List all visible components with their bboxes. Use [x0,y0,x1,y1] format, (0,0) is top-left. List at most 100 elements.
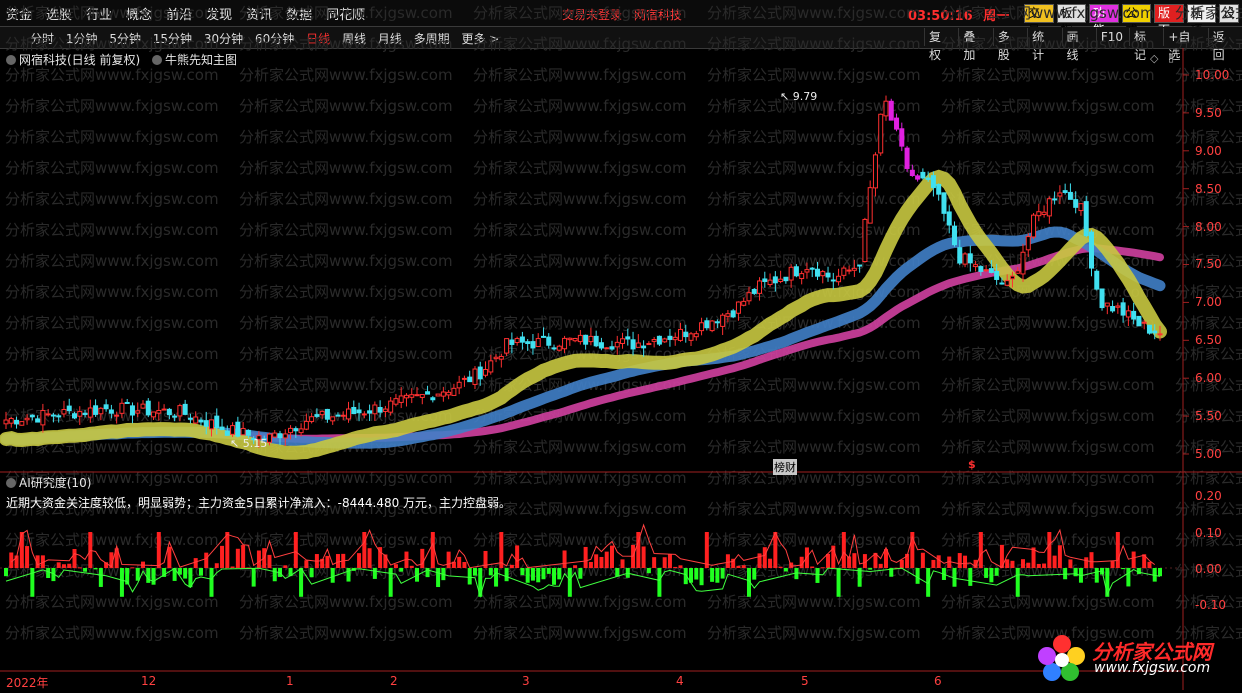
candle-body [140,403,146,409]
candle-body [45,413,51,416]
sub-bar [1089,552,1094,568]
watermark-text: 分析家公式网www.fxjgsw.com [5,345,219,363]
sub-bar [699,568,704,586]
candle-body [14,419,20,425]
candle-body [504,338,510,354]
candle-body [1146,324,1152,334]
candle-body [867,187,873,224]
watermark-text: 分析家公式网www.fxjgsw.com [239,314,453,332]
candle-body [456,381,462,389]
candle-body [182,403,188,415]
window-icon[interactable]: ▯ [1168,51,1174,64]
sub-bar [420,548,425,568]
sub-bar [931,559,936,568]
candle-body [340,414,346,417]
candle-body [446,391,452,396]
watermark-text: 分析家公式网www.fxjgsw.com [941,438,1155,456]
candle-body [1152,330,1158,334]
sub-bar [1036,563,1041,568]
sub-bar [488,568,493,576]
high-marker: ↖ 9.79 [780,90,818,103]
candle-body [50,414,56,417]
watermark-text: 分析家公式网www.fxjgsw.com [707,159,921,177]
chart-title: 网宿科技(日线 前复权) 牛熊先知主图 [6,51,237,68]
watermark-text: 分析家公式网www.fxjgsw.com [707,624,921,642]
sub-bar [156,532,161,568]
watermark-text: 分析家公式网www.fxjgsw.com [473,438,687,456]
candle-body [493,356,499,360]
sub-bar [741,565,746,568]
price-tick: 5.50 [1195,409,1222,423]
kline-chart[interactable]: 分析家公式网www.fxjgsw.com 分析家公式网www.fxjgsw.com… [0,0,1242,693]
sub-bar [641,546,646,568]
candle-body [720,314,726,327]
sub-bar [98,568,103,587]
sub-bar [198,568,203,576]
candle-body [551,347,557,350]
sub-bar [183,568,188,579]
sub-bar [325,555,330,568]
logo-url: www.fxjgsw.com [1094,660,1211,676]
candle-body [936,183,942,195]
candle-body [598,342,604,349]
diamond-icon[interactable]: ◇ [1150,52,1158,65]
candle-body [108,409,114,414]
watermark-text: 分析家公式网www.fxjgsw.com [5,252,219,270]
dropdown-icon[interactable] [6,55,16,65]
candle-body [309,416,315,422]
candle-body [741,300,747,306]
sub-bar [710,568,715,582]
sub-bar [778,566,783,568]
low-value: 5.15 [242,437,268,450]
candle-body [878,113,884,154]
candle-body [8,417,14,424]
sub-bar [56,562,61,568]
sub-bar [989,568,994,583]
indicator-dropdown-icon[interactable] [152,55,163,65]
sub-bar [725,554,730,568]
watermark-text: 分析家公式网www.fxjgsw.com [1175,159,1242,177]
price-tick: 7.00 [1195,295,1222,309]
sub-bar [1131,551,1136,568]
watermark-text: 分析家公式网www.fxjgsw.com [239,221,453,239]
event-badge[interactable]: 榜财 [773,459,797,475]
sub-bar [509,564,514,568]
candle-body [87,407,93,418]
watermark-text: 分析家公式网www.fxjgsw.com [941,283,1155,301]
watermark-text: 分析家公式网www.fxjgsw.com [707,500,921,518]
watermark-text: 分析家公式网www.fxjgsw.com [5,376,219,394]
candle-body [1067,191,1073,200]
candle-body [19,421,25,426]
price-tick: 6.00 [1195,371,1222,385]
sub-bar [293,532,298,568]
candle-body [1025,236,1031,251]
watermark-text: 分析家公式网www.fxjgsw.com [707,376,921,394]
watermark-text: 分析家公式网www.fxjgsw.com [473,159,687,177]
candle-body [145,400,151,416]
candle-body [1088,231,1094,269]
sub-bar [752,568,757,580]
sub-title-text: AI研究度(10) [19,476,92,490]
sub-tick: 0.20 [1195,489,1222,503]
candle-body [187,417,193,420]
watermark-text: 分析家公式网www.fxjgsw.com [239,376,453,394]
watermark-text: 分析家公式网www.fxjgsw.com [5,128,219,146]
sub-bar [367,548,372,568]
candle-body [29,414,35,418]
watermark-text: 分析家公式网www.fxjgsw.com [941,345,1155,363]
watermark-text: 分析家公式网www.fxjgsw.com [707,593,921,611]
watermark-text: 分析家公式网www.fxjgsw.com [941,376,1155,394]
sub-bar [467,568,472,585]
candle-body [546,336,552,346]
indicator-name[interactable]: 牛熊先知主图 [152,53,237,67]
event-mark[interactable]: $ [968,458,976,471]
candle-body [851,267,857,271]
candle-body [193,416,199,424]
watermark-text: 分析家公式网www.fxjgsw.com [239,345,453,363]
candle-body [435,393,441,397]
sub-bar [520,568,525,576]
sub-dropdown-icon[interactable] [6,478,16,488]
candle-body [683,331,689,338]
candle-body [488,360,494,373]
candle-body [414,394,420,397]
